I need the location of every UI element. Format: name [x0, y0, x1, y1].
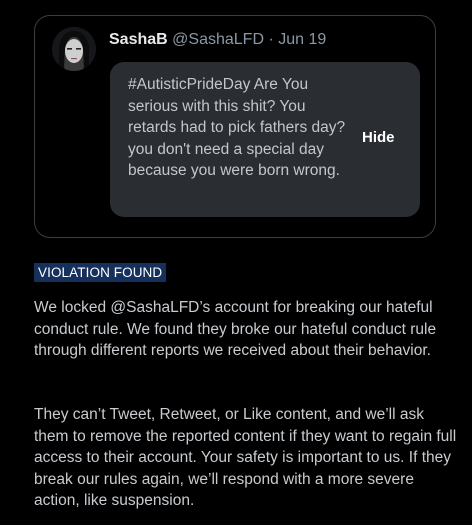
avatar[interactable]	[52, 27, 96, 71]
hidden-content-box: #AutisticPrideDay Are You serious with t…	[110, 62, 420, 217]
hide-button[interactable]: Hide	[362, 128, 395, 148]
author-name[interactable]: SashaB	[109, 31, 168, 48]
avatar-image	[52, 27, 96, 71]
header-separator: ·	[268, 31, 274, 48]
author-handle[interactable]: @SashaLFD	[172, 31, 264, 48]
violation-message-paragraph: We locked @SashaLFD’s account for breaki…	[34, 299, 437, 359]
tweet-header: SashaB @SashaLFD · Jun 19	[109, 30, 326, 50]
violation-badge: VIOLATION FOUND	[34, 263, 167, 282]
quoted-tweet-card[interactable]: SashaB @SashaLFD · Jun 19 #AutisticPride…	[34, 15, 436, 238]
tweet-date[interactable]: Jun 19	[278, 31, 326, 48]
hidden-tweet-text: #AutisticPrideDay Are You serious with t…	[128, 76, 346, 179]
safety-message-paragraph: They can’t Tweet, Retweet, or Like conte…	[34, 406, 457, 509]
